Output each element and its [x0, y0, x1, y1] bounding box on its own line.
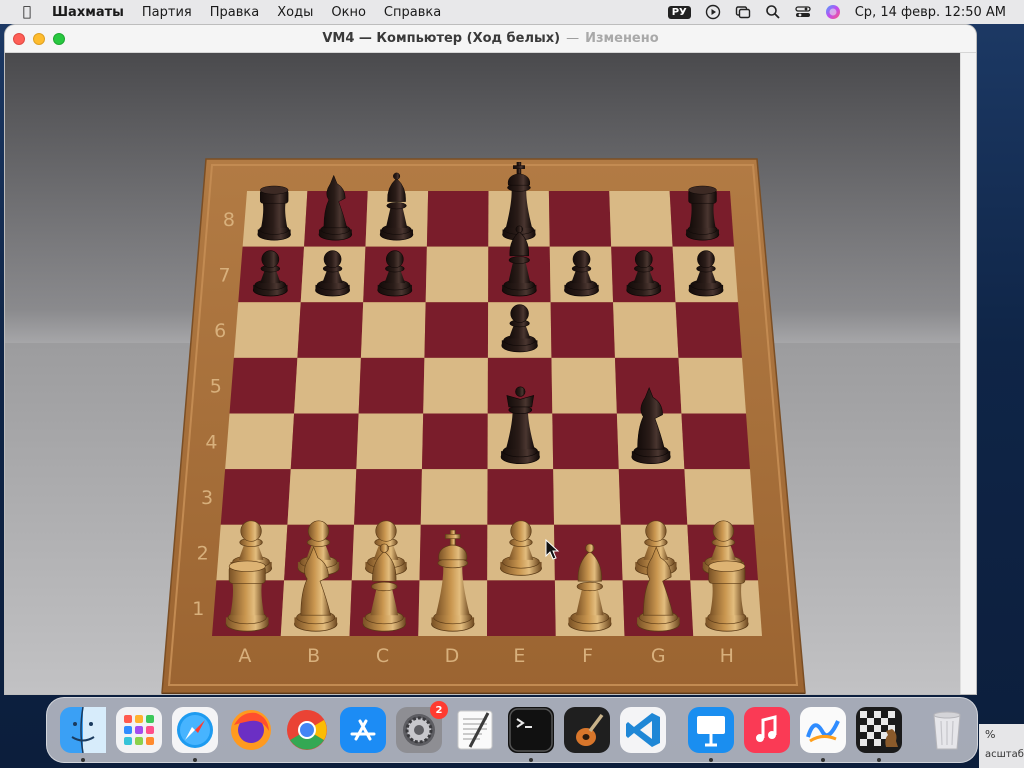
square-f8[interactable] — [548, 191, 612, 247]
control-center-icon[interactable] — [795, 4, 811, 20]
input-source-indicator[interactable]: РУ — [667, 5, 691, 19]
close-button[interactable] — [13, 33, 25, 45]
square-h6[interactable] — [675, 302, 742, 358]
square-d4[interactable] — [421, 413, 488, 470]
settings-badge: 2 — [430, 701, 448, 719]
menu-app-name[interactable]: Шахматы — [52, 5, 124, 20]
launchpad-icon[interactable] — [116, 707, 162, 753]
dock: 2 — [46, 697, 978, 763]
vscode-icon[interactable] — [620, 707, 666, 753]
finder-icon[interactable] — [60, 707, 106, 762]
square-g3[interactable] — [618, 469, 688, 525]
file-label: D — [445, 645, 460, 667]
square-a6[interactable] — [233, 302, 301, 358]
trash-icon[interactable] — [924, 707, 970, 753]
window-scrollbar[interactable] — [960, 53, 976, 694]
rank-label: 1 — [192, 598, 204, 620]
file-label: C — [376, 645, 389, 667]
textedit-icon[interactable] — [452, 707, 498, 753]
play-icon[interactable] — [705, 4, 721, 20]
rank-label: 8 — [223, 209, 235, 231]
square-b4[interactable] — [290, 413, 359, 470]
square-b3[interactable] — [287, 469, 357, 525]
rank-label: 5 — [210, 376, 222, 398]
file-label: E — [513, 645, 525, 667]
file-label: H — [720, 645, 734, 667]
zoom-button[interactable] — [53, 33, 65, 45]
zoom-percent: % — [985, 728, 996, 741]
rank-label: 4 — [205, 431, 217, 453]
safari-icon[interactable] — [172, 707, 218, 762]
window-title: VM4 — Компьютер (Ход белых) — [322, 31, 561, 46]
square-d5[interactable] — [423, 357, 488, 414]
apple-icon[interactable]:  — [18, 4, 36, 20]
rank-label: 7 — [218, 264, 230, 286]
square-h5[interactable] — [678, 357, 746, 414]
modified-label: Изменено — [585, 31, 659, 46]
zoom-label: асштаб — [985, 749, 1024, 760]
terminal-icon[interactable] — [508, 707, 554, 762]
square-h3[interactable] — [684, 469, 754, 525]
square-e1[interactable] — [487, 580, 556, 636]
square-d6[interactable] — [424, 302, 489, 358]
menu-help[interactable]: Справка — [384, 5, 441, 20]
search-icon[interactable] — [765, 4, 781, 20]
square-a3[interactable] — [220, 469, 291, 525]
rank-label: 3 — [201, 487, 213, 509]
chess-icon[interactable] — [856, 707, 902, 762]
chrome-icon[interactable] — [284, 707, 330, 753]
menu-window[interactable]: Окно — [331, 5, 366, 20]
square-d3[interactable] — [420, 469, 488, 525]
menu-moves[interactable]: Ходы — [277, 5, 313, 20]
system-settings-icon[interactable]: 2 — [396, 701, 448, 753]
square-c3[interactable] — [354, 469, 422, 525]
chess-window: VM4 — Компьютер (Ход белых) — Изменено 8… — [5, 25, 976, 694]
file-label: F — [582, 645, 593, 667]
menu-game[interactable]: Партия — [142, 5, 192, 20]
file-label: A — [238, 645, 251, 667]
file-label: B — [307, 645, 320, 667]
music-icon[interactable] — [744, 707, 790, 753]
freeform-icon[interactable] — [800, 707, 846, 762]
rank-label: 2 — [197, 543, 209, 565]
background-zoom-fragment: % асштаб — [979, 724, 1024, 768]
square-e3[interactable] — [487, 469, 555, 525]
screen-mirroring-icon[interactable] — [735, 4, 751, 20]
board-frame-edge — [162, 693, 805, 694]
square-h4[interactable] — [681, 413, 750, 470]
title-bar[interactable]: VM4 — Компьютер (Ход белых) — Изменено — [5, 25, 976, 53]
siri-icon[interactable] — [825, 4, 841, 20]
square-f6[interactable] — [550, 302, 615, 358]
keynote-icon[interactable] — [688, 707, 734, 762]
garageband-icon[interactable] — [564, 707, 610, 753]
square-g8[interactable] — [609, 191, 673, 247]
rank-label: 6 — [214, 320, 226, 342]
firefox-icon[interactable] — [228, 707, 274, 753]
square-f4[interactable] — [552, 413, 619, 470]
square-a5[interactable] — [229, 357, 298, 414]
menu-edit[interactable]: Правка — [210, 5, 259, 20]
minimize-button[interactable] — [33, 33, 45, 45]
square-c5[interactable] — [358, 357, 425, 414]
square-f5[interactable] — [551, 357, 617, 414]
file-label: G — [651, 645, 666, 667]
square-a4[interactable] — [225, 413, 295, 470]
title-separator: — — [566, 31, 580, 46]
square-d7[interactable] — [425, 246, 489, 303]
square-b5[interactable] — [294, 357, 361, 414]
square-g6[interactable] — [613, 302, 679, 358]
menu-clock[interactable]: Ср, 14 февр. 12:50 AM — [855, 5, 1006, 20]
square-f3[interactable] — [553, 469, 621, 525]
square-c4[interactable] — [356, 413, 424, 470]
app-store-icon[interactable] — [340, 707, 386, 753]
square-b6[interactable] — [297, 302, 364, 358]
square-c6[interactable] — [360, 302, 426, 358]
square-d8[interactable] — [426, 191, 489, 247]
menu-bar:  Шахматы Партия Правка Ходы Окно Справк… — [0, 0, 1024, 24]
chess-board[interactable]: 8 7 6 5 4 3 2 1 A B C D E F G H — [5, 53, 960, 694]
